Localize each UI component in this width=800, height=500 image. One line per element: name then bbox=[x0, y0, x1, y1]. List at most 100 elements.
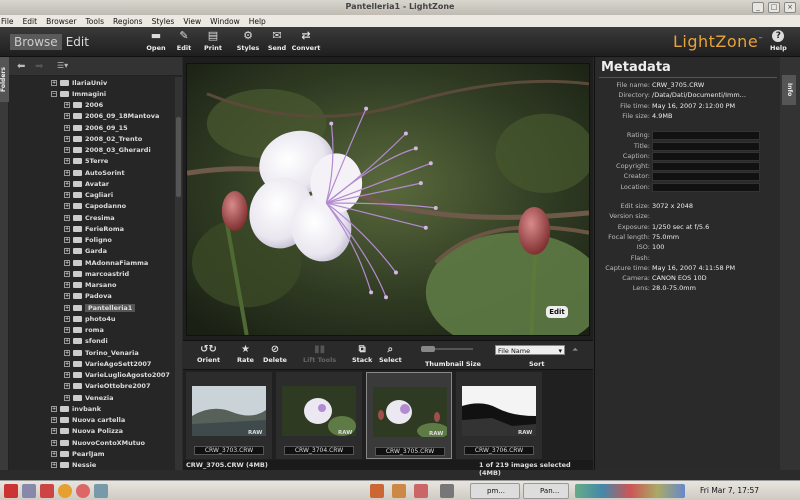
orient-button[interactable]: ↺↻ Orient bbox=[197, 344, 220, 364]
folder-tree-item[interactable]: + Avatar bbox=[9, 178, 174, 189]
tray-app-icon[interactable] bbox=[370, 484, 384, 498]
folder-tree-scrollbar[interactable] bbox=[175, 77, 182, 470]
folder-tree-item[interactable]: + NuovoContoXMutuo bbox=[9, 437, 174, 448]
metadata-edit-field[interactable] bbox=[652, 131, 760, 141]
expand-toggle-icon[interactable]: + bbox=[64, 192, 70, 198]
expand-toggle-icon[interactable]: + bbox=[64, 282, 70, 288]
delete-button[interactable]: ⊘ Delete bbox=[263, 344, 287, 364]
folder-tree-item[interactable]: + Nessie bbox=[9, 460, 174, 471]
expand-toggle-icon[interactable]: + bbox=[64, 124, 70, 131]
folder-tree-item[interactable]: + Foligno bbox=[9, 235, 174, 246]
folder-tree-item[interactable]: +2006_09_15 bbox=[9, 122, 174, 133]
convert-button[interactable]: ⇄ Convert bbox=[290, 30, 322, 53]
rate-button[interactable]: ★ Rate bbox=[237, 344, 254, 364]
expand-toggle-icon[interactable]: + bbox=[64, 360, 70, 367]
firefox-icon[interactable] bbox=[58, 484, 72, 498]
select-button[interactable]: ⌕ Select bbox=[379, 344, 402, 364]
browse-mode-button[interactable]: Browse bbox=[10, 34, 62, 50]
expand-toggle-icon[interactable]: − bbox=[51, 90, 57, 97]
lift-tools-button[interactable]: ▮▮ Lift Tools bbox=[303, 344, 336, 364]
menu-window[interactable]: Window bbox=[210, 17, 240, 26]
minimize-button[interactable]: _ bbox=[752, 2, 764, 13]
menu-view[interactable]: View bbox=[183, 17, 201, 26]
metadata-edit-field[interactable] bbox=[652, 162, 760, 172]
menu-styles[interactable]: Styles bbox=[152, 17, 175, 26]
folder-tree-item[interactable]: + roma bbox=[9, 325, 174, 336]
taskbar-window-1[interactable]: pm... bbox=[470, 483, 520, 499]
folder-tree-item[interactable]: + MAdonnaFiamma bbox=[9, 257, 174, 268]
help-button[interactable]: ? Help bbox=[770, 30, 787, 52]
maximize-button[interactable]: □ bbox=[768, 2, 780, 13]
folder-tree-item[interactable]: + IlariaUniv bbox=[9, 77, 174, 88]
thumbnail-size-slider[interactable] bbox=[421, 346, 473, 352]
thumbnail-item[interactable]: RAW CRW_3706.CRW bbox=[456, 372, 542, 459]
metadata-edit-field[interactable] bbox=[652, 172, 760, 182]
close-button[interactable]: × bbox=[784, 2, 796, 13]
folder-tree-item[interactable]: + Cresima bbox=[9, 212, 174, 223]
expand-toggle-icon[interactable]: + bbox=[51, 462, 57, 468]
slider-knob[interactable] bbox=[421, 346, 435, 352]
folder-tree-item[interactable]: + photo4u bbox=[9, 313, 174, 324]
expand-toggle-icon[interactable]: + bbox=[64, 113, 70, 120]
folder-tree-item[interactable]: + Nuova cartella bbox=[9, 415, 174, 426]
expand-toggle-icon[interactable]: + bbox=[51, 79, 57, 86]
edit-mode-button[interactable]: Edit bbox=[62, 34, 93, 50]
folder-tree-item[interactable]: + VarieAgoSett2007 bbox=[9, 358, 174, 369]
terminal-icon[interactable] bbox=[22, 484, 36, 498]
thumbnail-item[interactable]: RAW CRW_3703.CRW bbox=[186, 372, 272, 459]
folder-tree-item[interactable]: + FerieRoma bbox=[9, 223, 174, 234]
expand-toggle-icon[interactable]: + bbox=[64, 135, 70, 142]
menu-help[interactable]: Help bbox=[249, 17, 266, 26]
metadata-edit-field[interactable] bbox=[652, 141, 760, 151]
expand-toggle-icon[interactable]: + bbox=[64, 383, 70, 390]
expand-toggle-icon[interactable]: + bbox=[64, 225, 70, 232]
expand-toggle-icon[interactable]: + bbox=[64, 203, 70, 210]
expand-toggle-icon[interactable]: + bbox=[64, 394, 70, 401]
expand-toggle-icon[interactable]: + bbox=[64, 293, 70, 300]
folder-tree-item[interactable]: +2006_09_18Mantova bbox=[9, 111, 174, 122]
folder-tree-item[interactable]: +2008_03_Gherardi bbox=[9, 145, 174, 156]
metadata-edit-field[interactable] bbox=[652, 151, 760, 161]
expand-toggle-icon[interactable]: + bbox=[64, 315, 70, 322]
folder-tree-item[interactable]: + VarieLuglioAgosto2007 bbox=[9, 370, 174, 381]
folder-tree-item[interactable]: + VarieOttobre2007 bbox=[9, 381, 174, 392]
app-launcher-icon[interactable] bbox=[40, 484, 54, 498]
expand-toggle-icon[interactable]: + bbox=[64, 327, 70, 333]
scrollbar-thumb[interactable] bbox=[176, 117, 181, 197]
stack-button[interactable]: ⧉ Stack bbox=[352, 344, 372, 364]
collapse-arrow-icon[interactable]: ⏶ bbox=[572, 345, 578, 355]
expand-toggle-icon[interactable]: + bbox=[64, 180, 70, 187]
expand-toggle-icon[interactable]: + bbox=[64, 248, 70, 255]
expand-toggle-icon[interactable]: + bbox=[64, 169, 70, 176]
back-arrow-icon[interactable]: ⬅ bbox=[17, 61, 25, 72]
folder-tree-item[interactable]: + Capodanno bbox=[9, 201, 174, 212]
folder-tree-item[interactable]: + Garda bbox=[9, 246, 174, 257]
browser-icon[interactable] bbox=[76, 484, 90, 498]
system-tray-icons[interactable] bbox=[575, 484, 685, 498]
tray-app-icon[interactable] bbox=[440, 484, 454, 498]
folder-tree-item[interactable]: + Torino_Venaria bbox=[9, 347, 174, 358]
menu-regions[interactable]: Regions bbox=[113, 17, 143, 26]
mail-icon[interactable] bbox=[94, 484, 108, 498]
send-button[interactable]: ✉ Send bbox=[261, 30, 293, 53]
edit-button[interactable]: ✎ Edit bbox=[168, 30, 200, 53]
photo-edit-badge[interactable]: Edit bbox=[546, 306, 568, 318]
print-button[interactable]: ▤ Print bbox=[197, 30, 229, 53]
folder-tree-item[interactable]: +2006 bbox=[9, 100, 174, 111]
menu-edit[interactable]: Edit bbox=[23, 17, 38, 26]
folder-tree-item[interactable]: +2008_02_Trento bbox=[9, 133, 174, 144]
expand-toggle-icon[interactable]: + bbox=[64, 259, 70, 266]
folder-tree-item[interactable]: + Pantelleria1 bbox=[9, 302, 174, 313]
tray-app-icon[interactable] bbox=[392, 484, 406, 498]
thumbnail-item-selected[interactable]: RAW CRW_3705.CRW bbox=[366, 372, 452, 459]
expand-toggle-icon[interactable]: + bbox=[64, 158, 70, 165]
expand-toggle-icon[interactable]: + bbox=[51, 417, 57, 423]
folder-tree-item[interactable]: − Immagini bbox=[9, 88, 174, 99]
folder-tree-item[interactable]: + Padova bbox=[9, 291, 174, 302]
taskbar-window-2[interactable]: Pan... bbox=[523, 483, 569, 499]
folder-tree-item[interactable]: + invbank bbox=[9, 403, 174, 414]
sort-dropdown[interactable]: File Name bbox=[495, 345, 565, 356]
expand-toggle-icon[interactable]: + bbox=[51, 428, 57, 435]
expand-toggle-icon[interactable]: + bbox=[64, 270, 70, 277]
menu-tools[interactable]: Tools bbox=[86, 17, 104, 26]
